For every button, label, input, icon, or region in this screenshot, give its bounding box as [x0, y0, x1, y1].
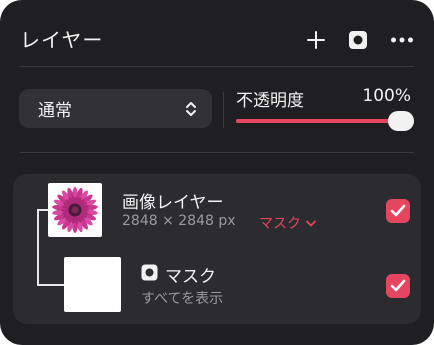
mask-layer-name: マスク — [165, 267, 216, 287]
header-divider — [20, 66, 414, 67]
image-layer-size: 2848 × 2848 px — [122, 213, 236, 229]
blend-mode-label: 通常 — [38, 101, 72, 121]
hierarchy-line — [37, 209, 48, 211]
flower-image — [52, 187, 98, 233]
hierarchy-line — [37, 210, 39, 286]
chevron-up-down-icon — [184, 99, 198, 119]
chevron-down-icon — [306, 220, 316, 226]
mask-link-label: マスク — [259, 216, 301, 232]
plus-icon[interactable] — [305, 30, 327, 50]
mask-thumbnail[interactable] — [64, 257, 121, 312]
blend-mode-select[interactable]: 通常 — [19, 89, 212, 128]
image-layer-thumbnail[interactable] — [48, 183, 102, 237]
ellipsis-icon[interactable] — [390, 30, 414, 50]
checkmark-icon — [390, 279, 406, 292]
layer-mask-icon[interactable] — [348, 30, 368, 50]
mask-layer-subtitle: すべてを表示 — [141, 291, 224, 307]
controls-divider — [223, 92, 224, 128]
opacity-label: 不透明度 — [236, 91, 304, 111]
mask-icon — [141, 264, 158, 281]
checkmark-icon — [390, 204, 406, 217]
mask-link[interactable]: マスク — [259, 213, 316, 233]
layers-panel: レイヤー 通常 不透明度 100% 画像レイヤー 2848 × 2848 px … — [0, 0, 434, 345]
image-layer-name: 画像レイヤー — [122, 193, 224, 213]
slider-thumb[interactable] — [388, 111, 414, 131]
hierarchy-line — [37, 284, 64, 286]
layer-visibility-checkbox[interactable] — [386, 199, 410, 223]
opacity-value: 100% — [362, 86, 411, 106]
opacity-slider[interactable] — [236, 111, 414, 131]
panel-title: レイヤー — [20, 28, 104, 52]
mask-visibility-checkbox[interactable] — [386, 274, 410, 298]
section-divider — [20, 152, 414, 153]
